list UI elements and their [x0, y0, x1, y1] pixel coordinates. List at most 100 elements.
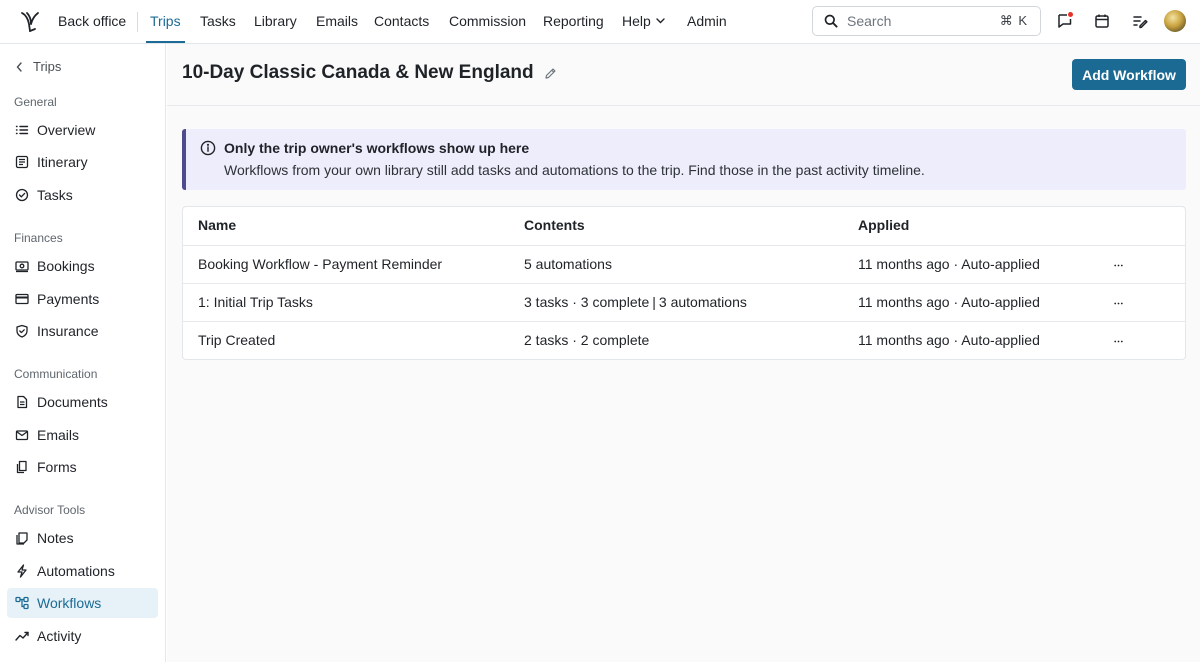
- edit-list-icon[interactable]: [1131, 12, 1149, 30]
- contents-automations: 3 automations: [658, 294, 747, 310]
- sidebar-item-label: Activity: [37, 628, 82, 644]
- add-workflow-button[interactable]: Add Workflow: [1072, 59, 1186, 90]
- logo-icon[interactable]: [18, 10, 42, 34]
- sidebar-item-documents[interactable]: Documents: [7, 387, 158, 417]
- sidebar-item-label: Payments: [37, 291, 100, 307]
- workflow-name: Booking Workflow - Payment Reminder: [198, 256, 443, 272]
- top-navigation: Back office Trips Tasks Library Emails C…: [0, 0, 1200, 44]
- sidebar-item-emails[interactable]: Emails: [7, 420, 158, 450]
- sidebar-item-label: Itinerary: [37, 154, 88, 170]
- forms-icon: [15, 460, 29, 474]
- shield-icon: [15, 324, 29, 338]
- notification-dot: [1068, 12, 1073, 17]
- alert-body: Workflows from your own library still ad…: [224, 162, 925, 178]
- nav-reporting[interactable]: Reporting: [543, 0, 604, 43]
- contents-tasks: 3 tasks · 3 complete: [524, 294, 650, 310]
- sidebar-item-label: Bookings: [37, 258, 95, 274]
- workflow-icon: [15, 596, 29, 610]
- workflow-name: 1: Initial Trip Tasks: [198, 294, 313, 310]
- search-input[interactable]: Search ⌘ K: [812, 6, 1041, 36]
- itinerary-icon: [15, 155, 29, 169]
- sidebar-item-tasks[interactable]: Tasks: [7, 180, 158, 210]
- nav-help[interactable]: Help: [622, 0, 665, 43]
- workflows-table: Name Contents Applied Booking Workflow -…: [182, 206, 1186, 360]
- back-office-link[interactable]: Back office: [58, 0, 126, 43]
- table-row[interactable]: 1: Initial Trip Tasks 3 tasks · 3 comple…: [183, 283, 1185, 321]
- card-icon: [15, 292, 29, 306]
- sidebar-item-label: Forms: [37, 459, 77, 475]
- back-link-label: Trips: [33, 59, 62, 74]
- nav-commission[interactable]: Commission: [449, 0, 526, 43]
- sidebar-item-label: Overview: [37, 122, 96, 138]
- contents-tasks: 5 automations: [524, 256, 612, 272]
- activity-icon: [15, 629, 29, 643]
- section-label-general: General: [14, 95, 57, 109]
- sidebar: Trips General Overview Itinerary Tasks F…: [0, 44, 166, 662]
- info-icon: [200, 140, 216, 156]
- chevron-down-icon: [656, 18, 665, 24]
- section-label-advisor-tools: Advisor Tools: [14, 503, 86, 517]
- column-header-name[interactable]: Name: [198, 207, 236, 244]
- column-header-contents[interactable]: Contents: [524, 207, 585, 244]
- bookings-icon: [15, 259, 29, 273]
- sidebar-item-label: Automations: [37, 563, 115, 579]
- chevron-left-icon: [16, 62, 23, 72]
- nav-divider: [137, 12, 138, 32]
- nav-contacts[interactable]: Contacts: [374, 0, 429, 43]
- contents-divider: |: [652, 294, 656, 310]
- alert-title: Only the trip owner's workflows show up …: [224, 140, 530, 156]
- section-label-communication: Communication: [14, 367, 98, 381]
- table-row[interactable]: Booking Workflow - Payment Reminder 5 au…: [183, 245, 1185, 283]
- list-icon: [15, 123, 29, 137]
- search-placeholder: Search: [847, 13, 892, 29]
- info-alert: Only the trip owner's workflows show up …: [182, 129, 1186, 190]
- sidebar-item-workflows[interactable]: Workflows: [7, 588, 158, 618]
- sidebar-item-bookings[interactable]: Bookings: [7, 251, 158, 281]
- sidebar-item-label: Emails: [37, 427, 80, 443]
- sidebar-item-label: Documents: [37, 394, 108, 410]
- nav-emails[interactable]: Emails: [316, 0, 358, 43]
- back-to-trips-link[interactable]: Trips: [16, 58, 96, 75]
- workflow-contents: 3 tasks · 3 complete | 3 automations: [524, 284, 747, 321]
- sidebar-item-itinerary[interactable]: Itinerary: [7, 147, 158, 177]
- nav-trips[interactable]: Trips: [150, 0, 181, 43]
- nav-library[interactable]: Library: [254, 0, 297, 43]
- page-header: 10-Day Classic Canada & New England Add …: [167, 44, 1200, 106]
- more-options-icon[interactable]: [1114, 246, 1128, 283]
- sidebar-item-label: Notes: [37, 530, 74, 546]
- search-shortcut: ⌘ K: [999, 13, 1028, 28]
- sidebar-item-label: Workflows: [37, 595, 102, 611]
- table-row[interactable]: Trip Created 2 tasks · 2 complete 11 mon…: [183, 321, 1185, 359]
- more-options-icon[interactable]: [1114, 322, 1128, 359]
- sidebar-item-overview[interactable]: Overview: [7, 115, 158, 145]
- notes-icon: [15, 531, 29, 545]
- sidebar-item-payments[interactable]: Payments: [7, 284, 158, 314]
- nav-active-indicator: [146, 41, 185, 43]
- table-header-row: Name Contents Applied: [183, 207, 1185, 245]
- nav-help-label: Help: [622, 13, 651, 29]
- nav-tasks[interactable]: Tasks: [200, 0, 236, 43]
- sidebar-item-automations[interactable]: Automations: [7, 556, 158, 586]
- search-icon: [824, 14, 838, 28]
- calendar-icon[interactable]: [1093, 12, 1111, 30]
- sidebar-item-notes[interactable]: Notes: [7, 523, 158, 553]
- workflow-applied: 11 months ago · Auto-applied: [858, 332, 1040, 348]
- sidebar-item-insurance[interactable]: Insurance: [7, 316, 158, 346]
- avatar[interactable]: [1164, 10, 1186, 32]
- more-options-icon[interactable]: [1114, 284, 1128, 321]
- contents-tasks: 2 tasks · 2 complete: [524, 332, 650, 348]
- sidebar-item-activity[interactable]: Activity: [7, 621, 158, 651]
- pencil-icon[interactable]: [544, 67, 557, 80]
- sidebar-item-forms[interactable]: Forms: [7, 452, 158, 482]
- document-icon: [15, 395, 29, 409]
- main-content: 10-Day Classic Canada & New England Add …: [167, 44, 1200, 662]
- check-circle-icon: [15, 188, 29, 202]
- sidebar-item-label: Insurance: [37, 323, 99, 339]
- column-header-applied[interactable]: Applied: [858, 207, 909, 244]
- workflow-contents: 5 automations: [524, 246, 612, 283]
- sidebar-item-label: Tasks: [37, 187, 73, 203]
- bolt-icon: [15, 564, 29, 578]
- workflow-applied: 11 months ago · Auto-applied: [858, 256, 1040, 272]
- nav-admin[interactable]: Admin: [687, 0, 727, 43]
- section-label-finances: Finances: [14, 231, 63, 245]
